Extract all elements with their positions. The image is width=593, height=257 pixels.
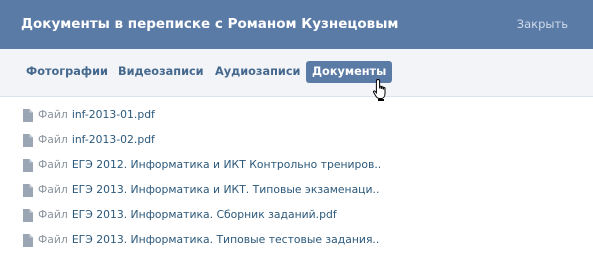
- tab-videos[interactable]: Видеозаписи: [112, 61, 210, 83]
- dialog-title: Документы в переписке с Романом Кузнецов…: [21, 16, 399, 32]
- hand-pointer-icon: [372, 78, 386, 101]
- document-icon: [23, 209, 33, 222]
- file-item: Файл inf-2013-02.pdf: [23, 132, 381, 157]
- close-link[interactable]: Закрыть: [517, 17, 568, 31]
- file-link[interactable]: inf-2013-01.pdf: [72, 107, 155, 123]
- document-icon: [23, 159, 33, 172]
- file-item: Файл inf-2013-01.pdf: [23, 107, 381, 132]
- file-link[interactable]: ЕГЭ 2013. Информатика и ИКТ. Типовые экз…: [72, 182, 380, 198]
- file-prefix: Файл: [38, 233, 68, 246]
- document-icon: [23, 109, 33, 122]
- file-prefix: Файл: [38, 108, 68, 121]
- file-item: Файл ЕГЭ 2012. Информатика и ИКТ Контрол…: [23, 157, 381, 182]
- document-icon: [23, 184, 33, 197]
- file-prefix: Файл: [38, 208, 68, 221]
- tabs-bar: Фотографии Видеозаписи Аудиозаписи Докум…: [0, 49, 593, 97]
- tab-audio[interactable]: Аудиозаписи: [209, 61, 306, 83]
- file-prefix: Файл: [38, 133, 68, 146]
- dialog-header: Документы в переписке с Романом Кузнецов…: [0, 0, 593, 49]
- file-list: Файл inf-2013-01.pdf Файл inf-2013-02.pd…: [23, 107, 381, 257]
- file-prefix: Файл: [38, 158, 68, 171]
- tab-photos[interactable]: Фотографии: [20, 61, 114, 83]
- file-link[interactable]: ЕГЭ 2013. Информатика. Типовые тестовые …: [72, 232, 379, 248]
- file-item: Файл ЕГЭ 2013. Информатика и ИКТ. Типовы…: [23, 182, 381, 207]
- file-link[interactable]: inf-2013-02.pdf: [72, 132, 155, 148]
- file-item: Файл ЕГЭ 2013. Информатика. Типовые тест…: [23, 232, 381, 257]
- file-link[interactable]: ЕГЭ 2012. Информатика и ИКТ Контрольно т…: [72, 157, 381, 173]
- file-item: Файл ЕГЭ 2013. Информатика. Сборник зада…: [23, 207, 381, 232]
- file-prefix: Файл: [38, 183, 68, 196]
- file-link[interactable]: ЕГЭ 2013. Информатика. Сборник заданий.p…: [72, 207, 337, 223]
- document-icon: [23, 234, 33, 247]
- document-icon: [23, 134, 33, 147]
